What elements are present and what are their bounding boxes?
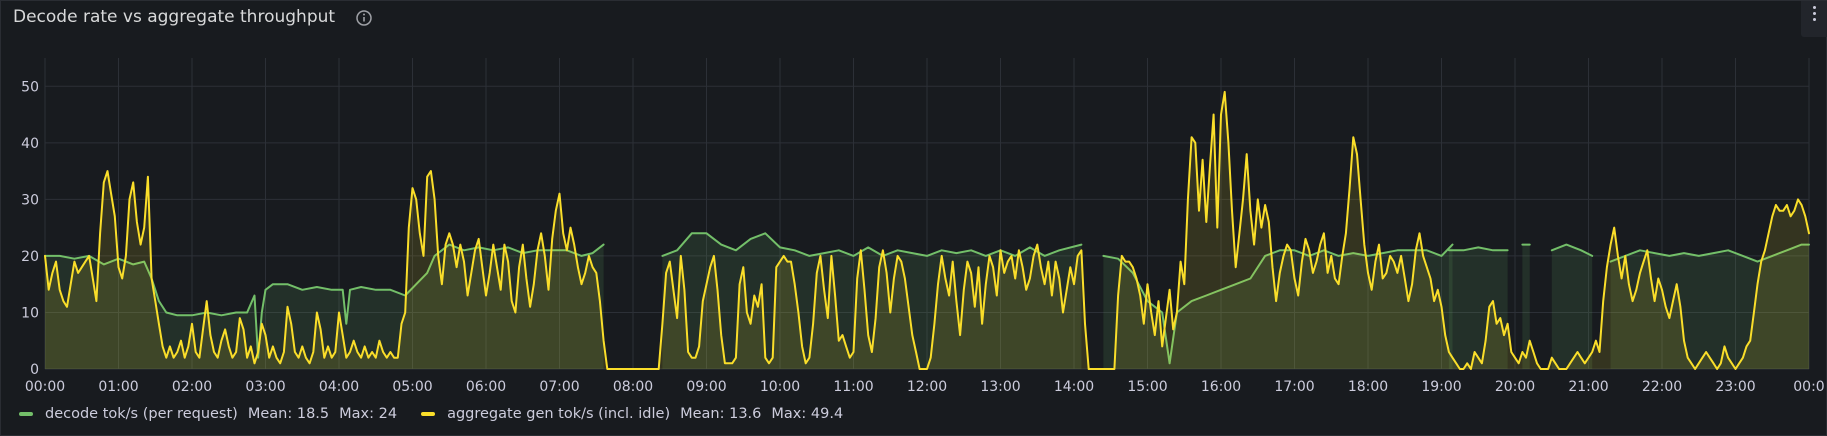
x-tick-label: 01:00 (98, 379, 138, 395)
x-tick-label: 17:00 (1274, 379, 1314, 395)
x-tick-label: 16:00 (1201, 379, 1241, 395)
x-tick-label: 04:00 (319, 379, 359, 395)
y-tick-label: 50 (21, 79, 39, 95)
x-tick-label: 13:00 (980, 379, 1020, 395)
x-tick-label: 00:00 (25, 379, 65, 395)
chart-panel: Decode rate vs aggregate throughput 0 10 2… (0, 0, 1827, 436)
x-tick-label: 20:00 (1495, 379, 1535, 395)
y-tick-label: 0 (30, 362, 39, 378)
x-tick-label: 06:00 (466, 379, 506, 395)
x-tick-label: 11:00 (833, 379, 873, 395)
x-tick-label: 18:00 (1348, 379, 1388, 395)
x-tick-label: 10:00 (760, 379, 800, 395)
legend-item-decode[interactable]: decode tok/s (per request) Mean: 18.5 Ma… (19, 406, 407, 422)
x-tick-label: 09:00 (686, 379, 726, 395)
chart-area: 0 10 20 30 40 50 00:00 01:00 02:00 03:00 04:00 05:0… (21, 58, 1825, 395)
x-tick-label: 08:00 (613, 379, 653, 395)
x-tick-label: 21:00 (1568, 379, 1608, 395)
y-tick-label: 40 (21, 136, 39, 152)
x-tick-label: 12:00 (907, 379, 947, 395)
legend-item-aggregate[interactable]: aggregate gen tok/s (incl. idle) Mean: 1… (421, 406, 853, 422)
y-tick-label: 10 (21, 305, 39, 321)
x-tick-label: 14:00 (1054, 379, 1094, 395)
y-tick-label: 30 (21, 192, 39, 208)
x-tick-label: 00:0 (1793, 379, 1824, 395)
y-tick-label: 20 (21, 249, 39, 265)
x-tick-label: 02:00 (172, 379, 212, 395)
legend-mean: Mean: 18.5 (247, 406, 330, 422)
x-tick-label: 15:00 (1127, 379, 1167, 395)
x-tick-label: 23:00 (1715, 379, 1755, 395)
x-tick-label: 19:00 (1421, 379, 1461, 395)
legend-swatch-yellow (421, 412, 436, 416)
legend-label: aggregate gen tok/s (incl. idle) (447, 406, 671, 422)
series-area-decode (1551, 244, 1593, 369)
x-tick-label: 03:00 (245, 379, 285, 395)
x-tick-label: 05:00 (392, 379, 432, 395)
legend-max: Max: 49.4 (771, 406, 844, 422)
legend-label: decode tok/s (per request) (45, 406, 238, 422)
legend-swatch-green (19, 412, 33, 416)
x-tick-label: 22:00 (1642, 379, 1682, 395)
legend-mean: Mean: 13.6 (680, 406, 762, 422)
x-tick-label: 07:00 (539, 379, 579, 395)
legend: decode tok/s (per request) Mean: 18.5 Ma… (19, 406, 867, 422)
legend-max: Max: 24 (339, 406, 398, 422)
